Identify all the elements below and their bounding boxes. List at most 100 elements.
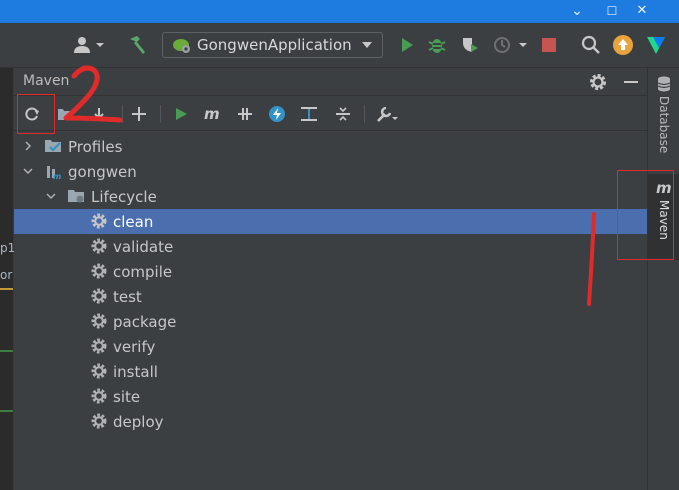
- gear-icon: [91, 388, 107, 404]
- play-icon: [176, 108, 187, 120]
- search-button[interactable]: [579, 33, 603, 57]
- run-configuration-label: GongwenApplication: [197, 36, 352, 54]
- shield-icon: [463, 38, 478, 52]
- window-titlebar: ⌄ ☐ ✕: [0, 0, 679, 23]
- wrench-icon: [377, 106, 398, 122]
- lifecycle-phase-label: clean: [113, 212, 154, 231]
- chevron-right-icon: [25, 141, 32, 151]
- lifecycle-phase-verify[interactable]: verify: [14, 334, 647, 359]
- plus-icon: [132, 107, 146, 121]
- coverage-button[interactable]: [458, 33, 482, 57]
- annotation-box-reload: [17, 94, 55, 134]
- debug-button[interactable]: [426, 33, 448, 57]
- gear-icon: [91, 213, 107, 229]
- maven-tool-window: Maven m Profiles m gongwen Lifecycle cle…: [14, 68, 647, 490]
- gear-icon: [91, 263, 107, 279]
- lifecycle-phase-label: test: [113, 287, 142, 306]
- hammer-icon: [130, 36, 145, 54]
- toolbar-separator: [364, 105, 365, 123]
- editor-marker: [0, 288, 13, 290]
- lifecycle-phase-label: install: [113, 362, 158, 381]
- lifecycle-phase-label: compile: [113, 262, 173, 281]
- offline-icon: [238, 108, 252, 120]
- update-button[interactable]: [611, 33, 635, 57]
- right-tool-stripe: Database m Maven: [647, 68, 679, 490]
- chevron-down-icon: [46, 193, 56, 200]
- lifecycle-phase-package[interactable]: package: [14, 309, 647, 334]
- editor-fragment: or: [0, 268, 13, 282]
- add-project-button[interactable]: [128, 103, 150, 125]
- gear-icon: [590, 74, 606, 90]
- editor-marker: [0, 410, 13, 412]
- collapse-icon: [336, 107, 350, 121]
- database-tab[interactable]: Database: [648, 76, 679, 166]
- lifecycle-phase-compile[interactable]: compile: [14, 259, 647, 284]
- stop-button[interactable]: [538, 33, 560, 57]
- lightning-icon: [269, 106, 285, 122]
- profiles-folder-icon: [45, 140, 61, 152]
- editor-fragment: p1: [0, 241, 16, 255]
- minimize-button[interactable]: ⌄: [562, 0, 592, 23]
- annotation-box-maven-tab: [617, 170, 674, 260]
- lifecycle-phase-site[interactable]: site: [14, 384, 647, 409]
- lifecycle-phase-install[interactable]: install: [14, 359, 647, 384]
- tree-node-label: gongwen: [68, 162, 137, 181]
- lifecycle-phase-label: deploy: [113, 412, 164, 431]
- collapse-all-button[interactable]: [332, 103, 354, 125]
- database-icon: [657, 76, 671, 92]
- maven-settings-button[interactable]: [374, 103, 400, 125]
- svg-text:m: m: [204, 106, 220, 122]
- gear-icon: [91, 363, 107, 379]
- ide-window: ⌄ ☐ ✕ GongwenApplication p1 or Maven m P…: [0, 0, 679, 490]
- editor-marker: [0, 350, 13, 352]
- diagram-icon: [301, 107, 317, 121]
- tree-node-label: Profiles: [68, 137, 123, 156]
- hide-panel-button[interactable]: [621, 72, 641, 92]
- tree-node-label: Lifecycle: [91, 187, 157, 206]
- chevron-down-icon: [362, 42, 372, 48]
- gear-icon: [91, 413, 107, 429]
- lifecycle-phase-validate[interactable]: validate: [14, 234, 647, 259]
- spring-boot-icon: [173, 39, 190, 53]
- tree-node-project[interactable]: m gongwen: [14, 159, 647, 184]
- search-icon: [581, 35, 600, 54]
- run-goal-button[interactable]: [170, 103, 192, 125]
- database-tab-label: Database: [657, 96, 671, 154]
- gear-icon: [91, 338, 107, 354]
- update-icon: [613, 35, 633, 55]
- execute-goal-button[interactable]: m: [202, 103, 224, 125]
- maximize-button[interactable]: ☐: [597, 0, 627, 23]
- tree-node-profiles[interactable]: Profiles: [14, 134, 647, 159]
- run-button[interactable]: [396, 33, 418, 57]
- bug-icon: [428, 39, 446, 53]
- gear-icon: [91, 313, 107, 329]
- gear-icon: [91, 288, 107, 304]
- annotation-mark-2-text: 2: [56, 60, 57, 61]
- lifecycle-phase-label: verify: [113, 337, 156, 356]
- svg-text:m: m: [53, 172, 61, 180]
- maven-icon: m: [204, 106, 220, 122]
- lifecycle-phase-test[interactable]: test: [14, 284, 647, 309]
- run-configuration-select[interactable]: GongwenApplication: [162, 32, 383, 58]
- stop-icon: [542, 38, 556, 52]
- play-icon: [402, 38, 413, 52]
- lifecycle-phase-deploy[interactable]: deploy: [14, 409, 647, 434]
- toolbox-button[interactable]: [643, 33, 669, 57]
- maven-module-icon: m: [47, 166, 61, 180]
- profile-button[interactable]: [490, 33, 530, 57]
- account-button[interactable]: [70, 33, 108, 57]
- build-button[interactable]: [124, 33, 150, 57]
- settings-button[interactable]: [588, 72, 608, 92]
- user-icon: [74, 37, 104, 53]
- close-button[interactable]: ✕: [627, 0, 657, 23]
- gear-icon: [91, 238, 107, 254]
- lifecycle-phase-label: package: [113, 312, 177, 331]
- lifecycle-phase-label: site: [113, 387, 141, 406]
- show-dependencies-button[interactable]: [298, 103, 320, 125]
- tree-node-lifecycle[interactable]: Lifecycle: [14, 184, 647, 209]
- skip-tests-button[interactable]: [266, 103, 288, 125]
- toggle-offline-button[interactable]: [234, 103, 256, 125]
- minus-icon: [624, 81, 638, 83]
- lifecycle-phase-label: validate: [113, 237, 174, 256]
- lifecycle-phase-clean[interactable]: clean: [14, 209, 647, 234]
